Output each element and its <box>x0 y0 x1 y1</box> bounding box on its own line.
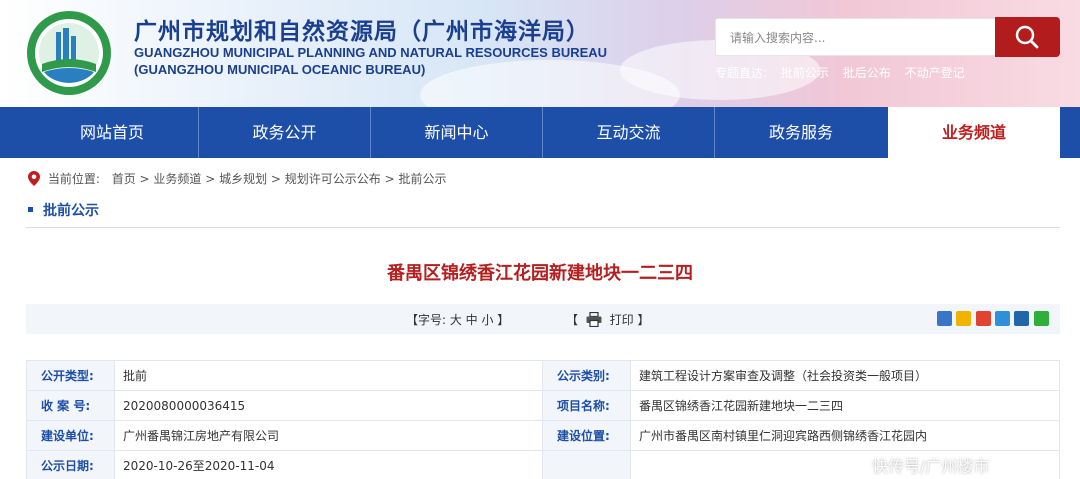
quick-link-real-estate-registration[interactable]: 不动产登记 <box>905 66 965 80</box>
site-header: 广州市规划和自然资源局（广州市海洋局） GUANGZHOU MUNICIPAL … <box>0 0 1080 107</box>
info-value: 2020080000036415 <box>114 390 543 421</box>
article-title: 番禺区锦绣香江花园新建地块一二三四 <box>387 263 693 284</box>
nav-item-interaction[interactable]: 互动交流 <box>543 107 714 158</box>
share-weibo-icon[interactable] <box>976 311 991 326</box>
info-label: 建设单位: <box>26 420 115 451</box>
section-title: 批前公示 <box>28 200 99 220</box>
info-value: 2020-10-26至2020-11-04 <box>114 450 543 479</box>
section-bullet <box>28 207 33 212</box>
article-toolbar: 【字号: 大 中 小 】 【 打印 】 <box>26 304 1060 334</box>
site-title-en-line2: (GUANGZHOU MUNICIPAL OCEANIC BUREAU) <box>134 62 426 77</box>
info-label: 建设位置: <box>542 420 631 451</box>
table-row: 公开类型: 批前 公示类别: 建筑工程设计方案审查及调整（社会投资类一般项目） <box>26 360 1060 391</box>
location-pin-icon <box>28 171 40 186</box>
print-button[interactable]: 【 打印 】 <box>566 311 650 328</box>
main-nav: 网站首页 政务公开 新闻中心 互动交流 政务服务 业务频道 <box>0 107 1080 158</box>
quick-link-post-approval[interactable]: 批后公布 <box>843 66 891 80</box>
info-label: 公开类型: <box>26 360 115 391</box>
font-size-selector[interactable]: 【字号: 大 中 小 】 <box>406 311 509 328</box>
info-value: 广州番禺锦江房地产有限公司 <box>114 420 543 451</box>
info-value: 建筑工程设计方案审查及调整（社会投资类一般项目） <box>630 360 1060 391</box>
breadcrumb: 当前位置: 首页 > 业务频道 > 城乡规划 > 规划许可公示公布 > 批前公示 <box>28 170 446 187</box>
info-value: 番禺区锦绣香江花园新建地块一二三四 <box>630 390 1060 421</box>
printer-icon <box>586 311 602 328</box>
search-icon <box>1015 25 1039 49</box>
search-input[interactable]: 请输入搜索内容... <box>715 18 995 56</box>
quick-links-label: 专题直达: <box>715 66 768 80</box>
nav-item-business-channel[interactable]: 业务频道 <box>888 107 1060 158</box>
quick-link-pre-approval[interactable]: 批前公示 <box>781 66 829 80</box>
nav-item-news-center[interactable]: 新闻中心 <box>371 107 542 158</box>
share-qzone-icon[interactable] <box>956 311 971 326</box>
watermark: 快传号/广州楼市 <box>872 457 990 476</box>
share-wechat-icon[interactable] <box>1034 311 1049 326</box>
breadcrumb-path[interactable]: 首页 > 业务频道 > 城乡规划 > 规划许可公示公布 > 批前公示 <box>112 172 447 186</box>
breadcrumb-label: 当前位置: <box>47 172 100 186</box>
table-row: 建设单位: 广州番禺锦江房地产有限公司 建设位置: 广州市番禺区南村镇里仁洞迎宾… <box>26 420 1060 451</box>
info-value <box>630 450 1060 479</box>
share-add-icon[interactable] <box>937 311 952 326</box>
search-button[interactable] <box>995 17 1060 57</box>
share-renren-icon[interactable] <box>1014 311 1029 326</box>
site-title-en-line1: GUANGZHOU MUNICIPAL PLANNING AND NATURAL… <box>134 45 608 60</box>
info-value: 批前 <box>114 360 543 391</box>
share-qq-icon[interactable] <box>995 311 1010 326</box>
info-label <box>542 450 631 479</box>
bureau-logo-icon[interactable] <box>26 10 112 96</box>
info-value: 广州市番禺区南村镇里仁洞迎宾路西侧锦绣香江花园内 <box>630 420 1060 451</box>
info-label: 收 案 号: <box>26 390 115 421</box>
quick-links: 专题直达: 批前公示 批后公布 不动产登记 <box>715 64 975 81</box>
table-row: 收 案 号: 2020080000036415 项目名称: 番禺区锦绣香江花园新… <box>26 390 1060 421</box>
nav-item-services[interactable]: 政务服务 <box>715 107 887 158</box>
info-label: 项目名称: <box>542 390 631 421</box>
print-bracket: 【 <box>566 313 579 327</box>
section-divider <box>26 227 1060 228</box>
nav-item-government-affairs[interactable]: 政务公开 <box>199 107 370 158</box>
print-label: 打印 】 <box>609 313 650 327</box>
nav-item-home[interactable]: 网站首页 <box>26 107 198 158</box>
site-title-cn: 广州市规划和自然资源局（广州市海洋局） <box>134 19 590 45</box>
info-label: 公示日期: <box>26 450 115 479</box>
info-label: 公示类别: <box>542 360 631 391</box>
section-title-text: 批前公示 <box>43 203 99 219</box>
